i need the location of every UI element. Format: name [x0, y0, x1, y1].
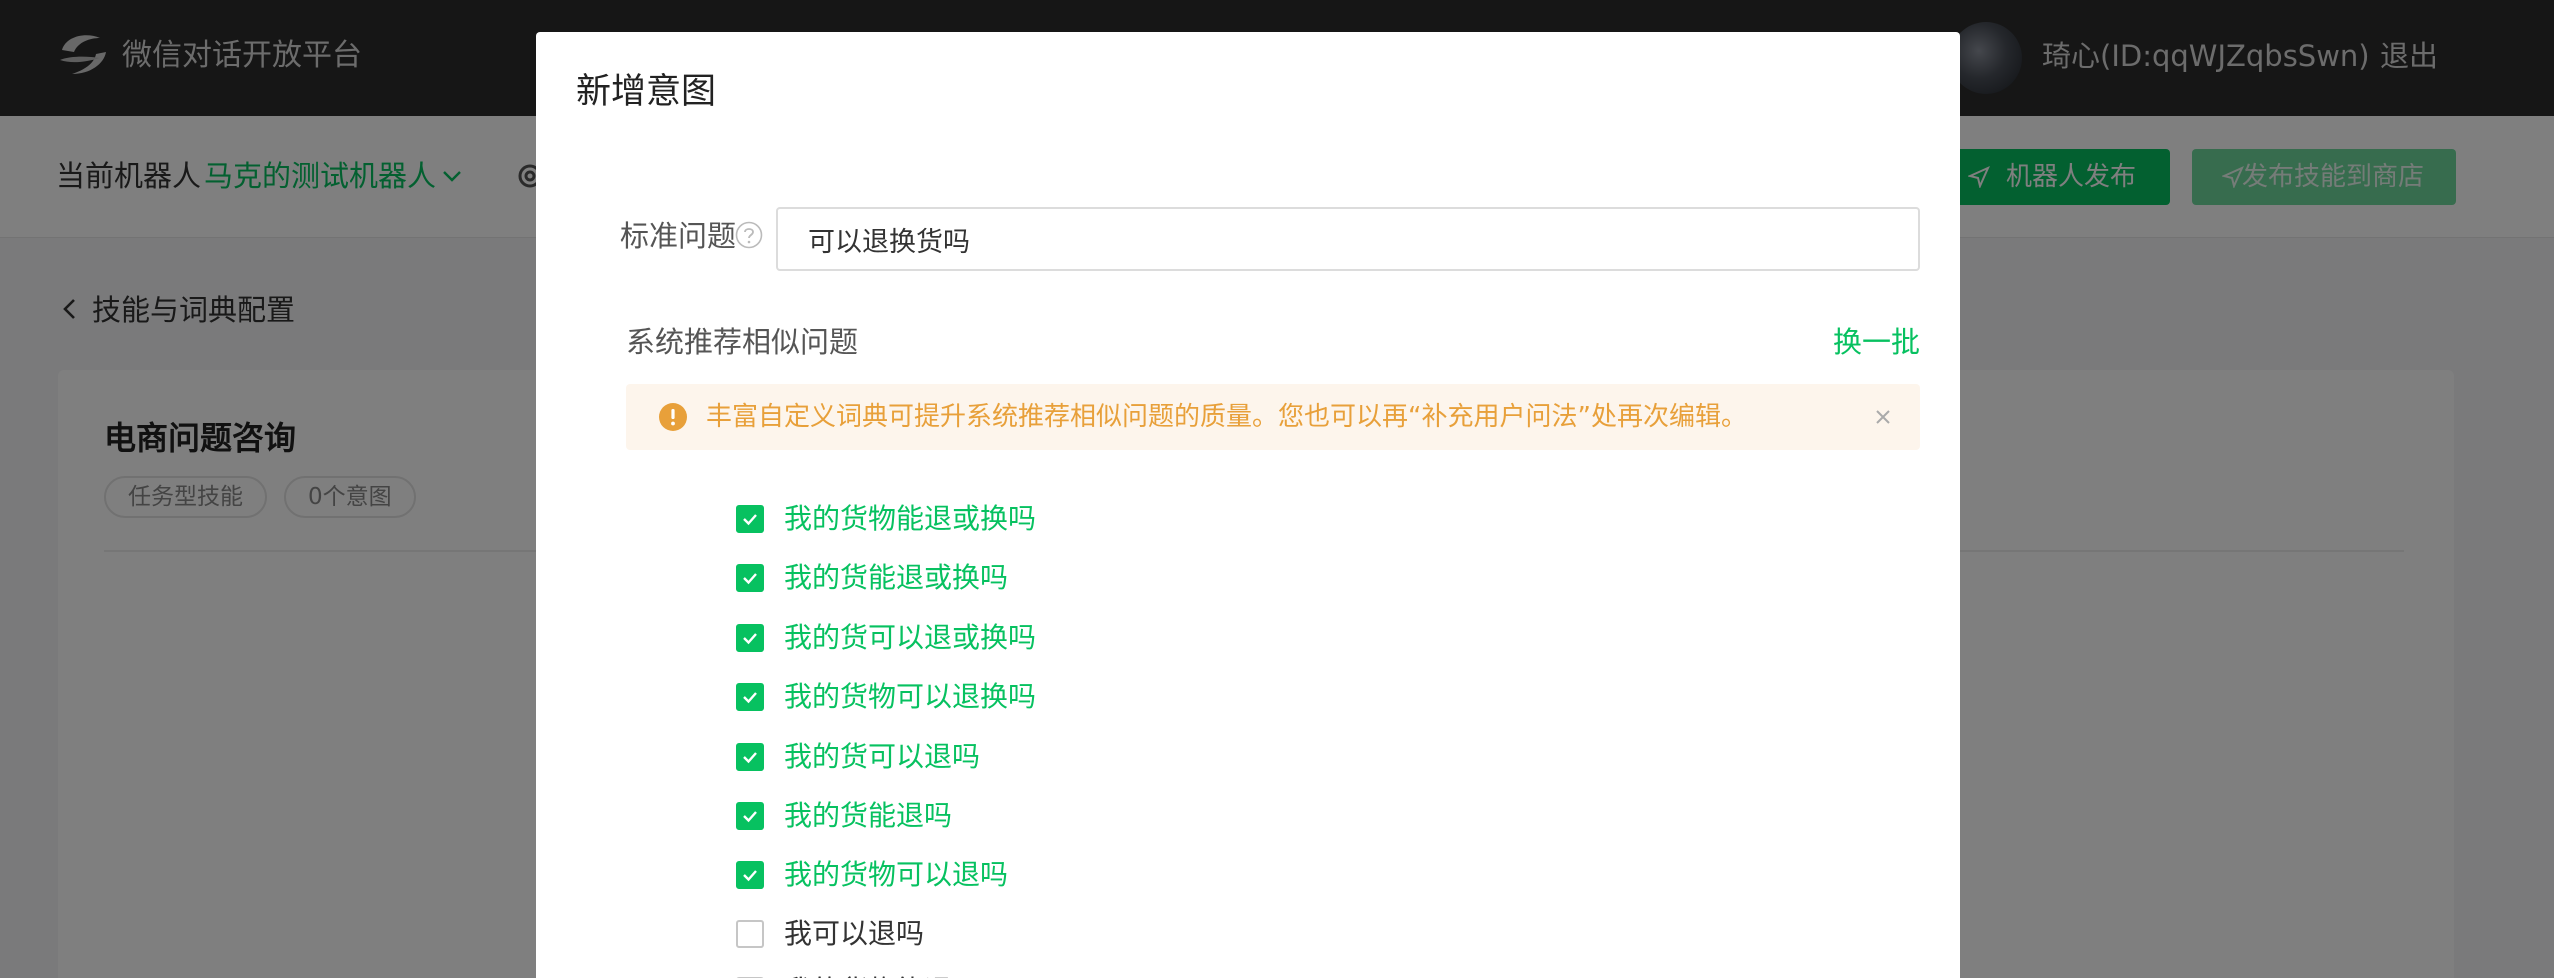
- suggestion-text: 我的货物能退或换吗: [784, 502, 1037, 535]
- checkmark-icon: [743, 514, 757, 526]
- checkmark-icon: [743, 692, 757, 704]
- suggestion-item[interactable]: 我的货物能退吗: [736, 966, 980, 978]
- refresh-suggestions-link[interactable]: 换一批: [1833, 322, 1920, 362]
- suggestion-text: 我的货物可以退换吗: [784, 680, 1037, 713]
- checkbox-checked[interactable]: [736, 743, 764, 771]
- suggested-questions-list: 我的货物能退或换吗 我的货能退或换吗 我的货可以退或换吗 我的货物可以退换吗 我的货可以…: [736, 32, 1836, 978]
- checkbox-unchecked[interactable]: [736, 920, 764, 948]
- suggestion-item[interactable]: 我的货物能退或换吗: [736, 494, 1036, 544]
- standard-question-label: 标准问题: [620, 219, 737, 253]
- checkmark-icon: [743, 633, 757, 645]
- warning-icon: [659, 403, 687, 431]
- suggestion-text: 我的货可以退或换吗: [784, 621, 1037, 654]
- checkbox-checked[interactable]: [736, 802, 764, 830]
- suggestion-item[interactable]: 我的货物可以退换吗: [736, 672, 1036, 722]
- add-intent-dialog: 新增意图 标准问题 系统推荐相似问题 换一批 丰富自定义词典可提升系统推荐相似问…: [536, 32, 1960, 978]
- checkmark-icon: [743, 573, 757, 585]
- dialog-title: 新增意图: [576, 72, 717, 112]
- checkbox-checked[interactable]: [736, 624, 764, 652]
- checkmark-icon: [743, 811, 757, 823]
- checkbox-checked[interactable]: [736, 505, 764, 533]
- suggestion-item[interactable]: 我的货能退或换吗: [736, 553, 1008, 603]
- suggestion-text: 我可以退吗: [784, 917, 925, 950]
- close-icon[interactable]: [1872, 406, 1894, 428]
- suggestion-text: 我的货可以退吗: [784, 740, 981, 773]
- checkbox-checked[interactable]: [736, 683, 764, 711]
- suggestion-item[interactable]: 我的货物可以退吗: [736, 850, 1008, 900]
- suggestion-item[interactable]: 我可以退吗: [736, 909, 924, 959]
- suggestion-text: 我的货能退吗: [784, 799, 953, 832]
- checkbox-checked[interactable]: [736, 564, 764, 592]
- suggestion-item[interactable]: 我的货可以退或换吗: [736, 613, 1036, 663]
- checkmark-icon: [743, 752, 757, 764]
- checkbox-checked[interactable]: [736, 861, 764, 889]
- suggestion-item[interactable]: 我的货能退吗: [736, 791, 952, 841]
- suggestion-text: 我的货物能退吗: [784, 971, 980, 978]
- checkmark-icon: [743, 870, 757, 882]
- suggestion-text: 我的货能退或换吗: [784, 561, 1009, 594]
- suggestion-text: 我的货物可以退吗: [784, 858, 1009, 891]
- suggestion-item[interactable]: 我的货可以退吗: [736, 732, 980, 782]
